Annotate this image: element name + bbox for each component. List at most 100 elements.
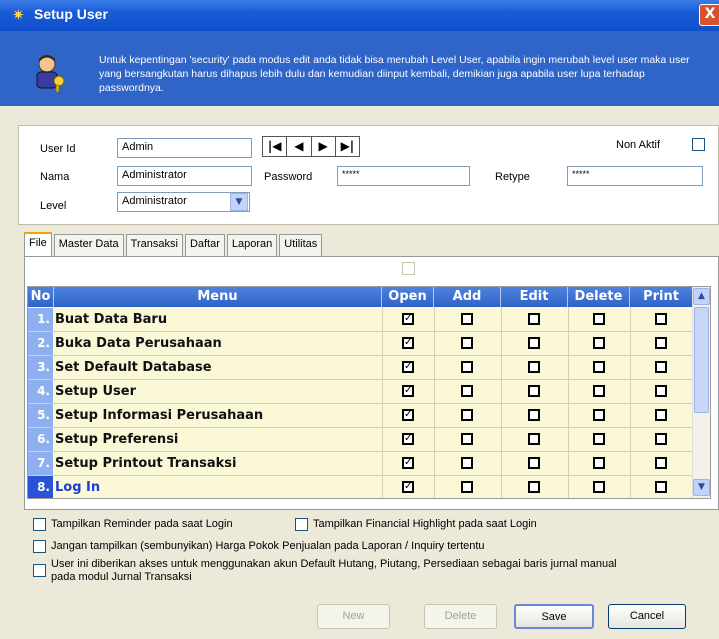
scroll-thumb[interactable]	[694, 307, 709, 413]
delete-permission-checkbox[interactable]	[593, 361, 605, 373]
print-permission-checkbox[interactable]	[655, 361, 667, 373]
cancel-button[interactable]: Cancel	[608, 604, 686, 629]
financial-checkbox[interactable]	[295, 518, 308, 531]
open-permission-checkbox[interactable]	[402, 457, 414, 469]
row-menu-name: Log In	[55, 480, 101, 495]
add-permission-checkbox[interactable]	[461, 313, 473, 325]
tab-master-data[interactable]: Master Data	[53, 234, 124, 256]
edit-permission-checkbox[interactable]	[528, 385, 540, 397]
print-permission-checkbox[interactable]	[655, 433, 667, 445]
row-number: 1.	[28, 308, 53, 331]
delete-permission-checkbox[interactable]	[593, 337, 605, 349]
last-record-button[interactable]: ▶|	[336, 137, 359, 156]
row-number: 2.	[28, 332, 53, 355]
table-row[interactable]: 8. Log In	[28, 476, 694, 498]
nama-input[interactable]: Administrator	[117, 166, 252, 186]
new-button[interactable]: New	[317, 604, 390, 629]
row-menu-name: Buka Data Perusahaan	[55, 336, 222, 351]
user-id-input[interactable]: Admin	[117, 138, 252, 158]
edit-permission-checkbox[interactable]	[528, 313, 540, 325]
add-permission-checkbox[interactable]	[461, 409, 473, 421]
open-permission-checkbox[interactable]	[402, 385, 414, 397]
row-menu-name: Setup Preferensi	[55, 432, 179, 447]
close-button[interactable]: X	[699, 4, 719, 26]
print-permission-checkbox[interactable]	[655, 481, 667, 493]
open-permission-checkbox[interactable]	[402, 433, 414, 445]
delete-button[interactable]: Delete	[424, 604, 497, 629]
record-navigator: |◀ ◀ ▶ ▶|	[262, 136, 360, 157]
nama-label: Nama	[40, 171, 70, 183]
col-delete: Delete	[568, 287, 630, 307]
chevron-down-icon[interactable]: ▼	[230, 193, 248, 211]
col-no: No	[28, 287, 54, 307]
edit-permission-checkbox[interactable]	[528, 361, 540, 373]
tab-daftar[interactable]: Daftar	[184, 234, 225, 256]
table-row[interactable]: 5. Setup Informasi Perusahaan	[28, 404, 694, 428]
print-permission-checkbox[interactable]	[655, 385, 667, 397]
window-title: Setup User	[34, 6, 108, 22]
open-permission-checkbox[interactable]	[402, 313, 414, 325]
open-permission-checkbox[interactable]	[402, 409, 414, 421]
edit-permission-checkbox[interactable]	[528, 457, 540, 469]
add-permission-checkbox[interactable]	[461, 361, 473, 373]
first-record-button[interactable]: |◀	[263, 137, 288, 156]
col-open: Open	[382, 287, 434, 307]
chevron-down-icon[interactable]: ▼	[693, 479, 710, 496]
level-label: Level	[40, 200, 67, 212]
retype-input[interactable]: *****	[567, 166, 703, 186]
reminder-label: Tampilkan Reminder pada saat Login	[51, 518, 233, 530]
add-permission-checkbox[interactable]	[461, 385, 473, 397]
tab-transaksi[interactable]: Transaksi	[125, 234, 183, 256]
chevron-up-icon[interactable]: ▲	[693, 288, 710, 305]
delete-permission-checkbox[interactable]	[593, 313, 605, 325]
open-permission-checkbox[interactable]	[402, 361, 414, 373]
edit-permission-checkbox[interactable]	[528, 409, 540, 421]
grid-scrollbar[interactable]: ▲ ▼	[692, 287, 710, 498]
table-row[interactable]: 7. Setup Printout Transaksi	[28, 452, 694, 476]
open-permission-checkbox[interactable]	[402, 337, 414, 349]
table-row[interactable]: 6. Setup Preferensi	[28, 428, 694, 452]
table-row[interactable]: 1. Buat Data Baru	[28, 308, 694, 332]
select-all-checkbox[interactable]	[402, 262, 415, 275]
add-permission-checkbox[interactable]	[461, 433, 473, 445]
add-permission-checkbox[interactable]	[461, 457, 473, 469]
edit-permission-checkbox[interactable]	[528, 337, 540, 349]
user-key-icon	[36, 55, 65, 93]
non-aktif-checkbox[interactable]	[692, 138, 705, 151]
save-button[interactable]: Save	[514, 604, 594, 629]
row-menu-name: Setup Printout Transaksi	[55, 456, 237, 471]
print-permission-checkbox[interactable]	[655, 457, 667, 469]
tab-utilitas[interactable]: Utilitas	[279, 234, 323, 256]
add-permission-checkbox[interactable]	[461, 481, 473, 493]
edit-permission-checkbox[interactable]	[528, 481, 540, 493]
next-record-button[interactable]: ▶	[312, 137, 336, 156]
security-info-text: Untuk kepentingan 'security' pada modus …	[99, 54, 690, 94]
table-row[interactable]: 2. Buka Data Perusahaan	[28, 332, 694, 356]
delete-permission-checkbox[interactable]	[593, 433, 605, 445]
delete-permission-checkbox[interactable]	[593, 385, 605, 397]
hpp-checkbox[interactable]	[33, 540, 46, 553]
password-input[interactable]: *****	[337, 166, 470, 186]
print-permission-checkbox[interactable]	[655, 409, 667, 421]
delete-permission-checkbox[interactable]	[593, 481, 605, 493]
reminder-checkbox[interactable]	[33, 518, 46, 531]
password-label: Password	[264, 171, 313, 183]
akun-checkbox[interactable]	[33, 564, 46, 577]
tab-file[interactable]: File	[24, 232, 52, 256]
edit-permission-checkbox[interactable]	[528, 433, 540, 445]
delete-permission-checkbox[interactable]	[593, 409, 605, 421]
user-id-label: User Id	[40, 143, 76, 155]
row-number: 8.	[28, 476, 53, 498]
table-row[interactable]: 4. Setup User	[28, 380, 694, 404]
table-row[interactable]: 3. Set Default Database	[28, 356, 694, 380]
print-permission-checkbox[interactable]	[655, 313, 667, 325]
add-permission-checkbox[interactable]	[461, 337, 473, 349]
prev-record-button[interactable]: ◀	[287, 137, 312, 156]
col-add: Add	[434, 287, 501, 307]
open-permission-checkbox[interactable]	[402, 481, 414, 493]
tab-laporan[interactable]: Laporan	[226, 234, 278, 256]
print-permission-checkbox[interactable]	[655, 337, 667, 349]
row-number: 3.	[28, 356, 53, 379]
delete-permission-checkbox[interactable]	[593, 457, 605, 469]
row-number: 6.	[28, 428, 53, 451]
